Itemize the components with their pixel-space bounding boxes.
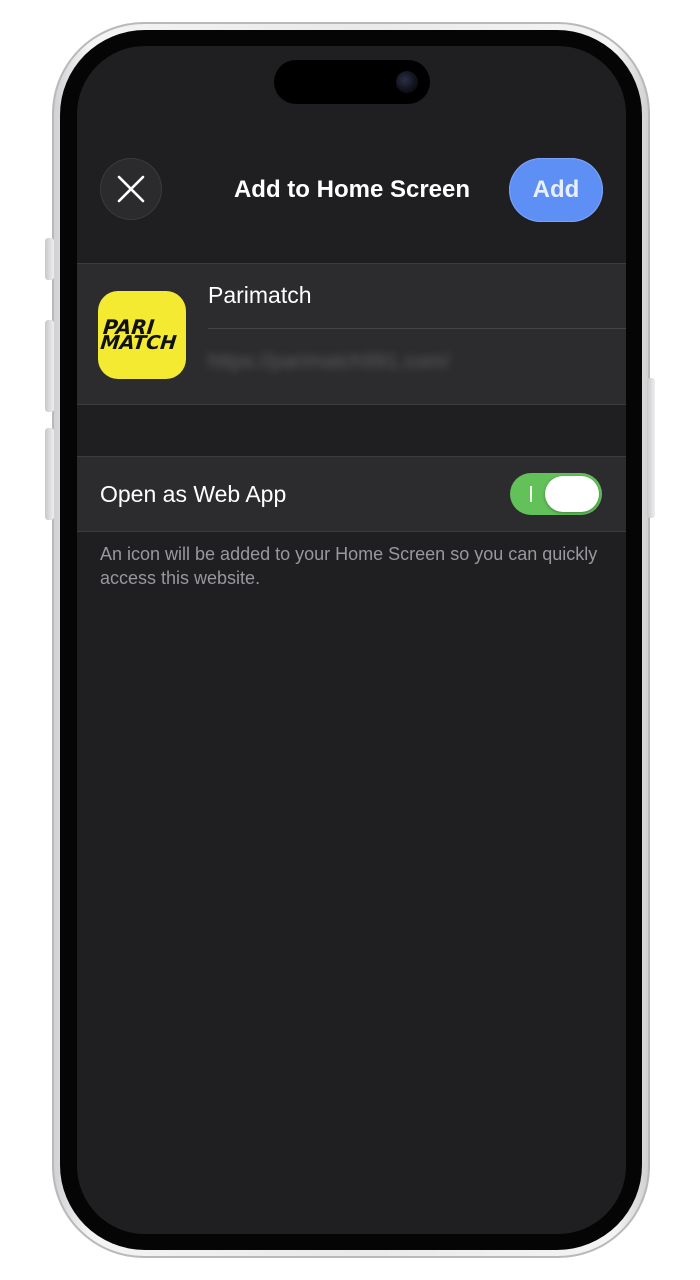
- add-button[interactable]: Add: [509, 158, 603, 222]
- open-as-web-app-toggle[interactable]: [510, 473, 602, 515]
- parimatch-logo: PARI MATCH: [99, 315, 177, 354]
- app-url: https://parimatch991.com/: [208, 350, 450, 373]
- close-button[interactable]: [100, 158, 162, 220]
- dynamic-island: [274, 60, 430, 104]
- toggle-knob: [545, 476, 599, 512]
- parimatch-app-icon: PARI MATCH: [98, 291, 186, 379]
- close-icon: [117, 175, 145, 203]
- divider: [208, 328, 626, 329]
- web-app-footnote: An icon will be added to your Home Scree…: [100, 544, 598, 588]
- front-camera: [396, 71, 418, 93]
- action-button: [45, 238, 54, 280]
- open-as-web-app-label: Open as Web App: [100, 481, 287, 507]
- app-info-card: PARI MATCH https://parimatch991.com/: [77, 263, 626, 405]
- app-name-field[interactable]: [208, 282, 608, 309]
- open-as-web-app-row: Open as Web App: [77, 456, 626, 532]
- app-icon-text-line2: MATCH: [99, 332, 177, 354]
- toggle-on-indicator: [530, 486, 532, 502]
- add-to-home-screen-sheet: Add to Home Screen Add PARI MATCH https:…: [77, 46, 626, 1234]
- power-button: [647, 378, 655, 518]
- sheet-title: Add to Home Screen: [233, 176, 471, 203]
- volume-up-button: [45, 320, 54, 412]
- volume-down-button: [45, 428, 54, 520]
